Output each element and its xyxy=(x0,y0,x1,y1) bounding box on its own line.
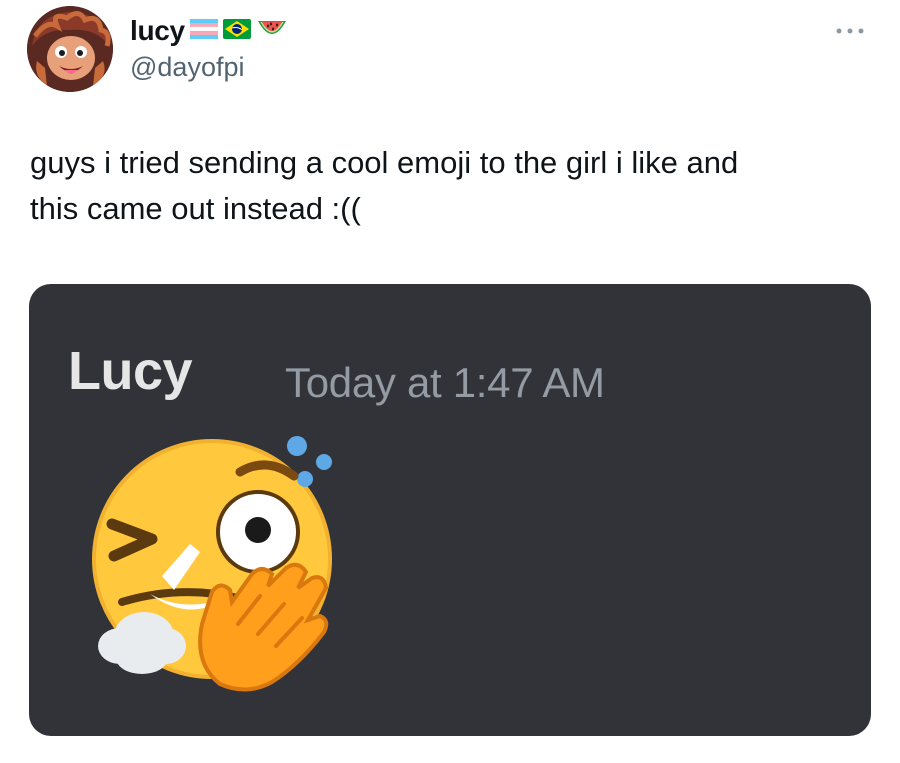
tweet: lucy @dayofpi guys i tried sending a coo… xyxy=(0,0,900,763)
avatar-image xyxy=(27,6,113,92)
more-dots-icon xyxy=(836,28,864,34)
flushed-wink-emoji-icon xyxy=(62,424,352,694)
discord-timestamp: Today at 1:47 AM xyxy=(285,359,605,406)
name-row: lucy xyxy=(130,14,288,48)
avatar[interactable] xyxy=(27,6,113,92)
tweet-text-line: this came out instead :(( xyxy=(30,191,361,226)
brazil-flag-icon xyxy=(222,18,251,44)
user-handle[interactable]: @dayofpi xyxy=(130,52,244,83)
tweet-text: guys i tried sending a cool emoji to the… xyxy=(30,140,870,232)
more-options-button[interactable] xyxy=(828,18,872,44)
discord-author-name: Lucy xyxy=(68,341,193,401)
watermelon-icon xyxy=(256,17,288,46)
transgender-flag-icon xyxy=(189,18,219,44)
display-name[interactable]: lucy xyxy=(130,15,185,47)
tweet-text-line: guys i tried sending a cool emoji to the… xyxy=(30,145,739,180)
tweet-media-image[interactable]: Lucy Today at 1:47 AM xyxy=(29,284,871,736)
